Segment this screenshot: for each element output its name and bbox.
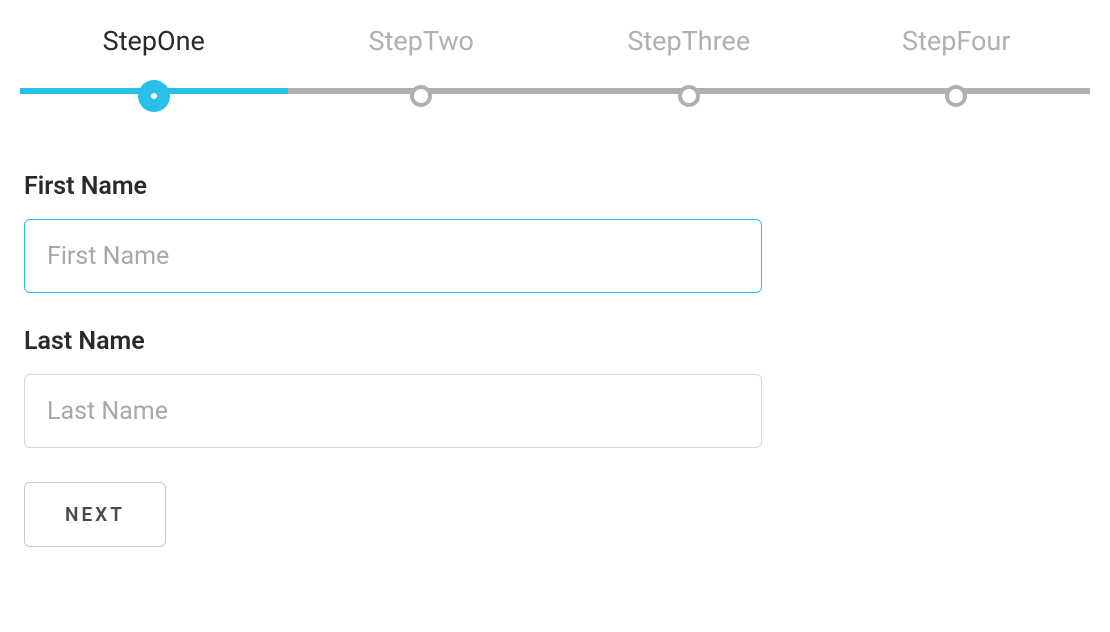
step-four[interactable]: StepFour [823,25,1091,107]
step-circle-icon [678,85,700,107]
form: First Name Last Name NEXT [20,172,1090,547]
step-two[interactable]: StepTwo [288,25,556,107]
step-label: StepThree [627,25,750,57]
last-name-group: Last Name [24,327,1086,448]
step-circle-icon [410,85,432,107]
step-three[interactable]: StepThree [555,25,823,107]
step-label: StepTwo [369,25,474,57]
last-name-label: Last Name [24,327,1086,356]
next-button[interactable]: NEXT [24,482,166,547]
step-circle-icon [945,85,967,107]
first-name-label: First Name [24,172,1086,201]
last-name-input[interactable] [24,374,762,448]
first-name-input[interactable] [24,219,762,293]
stepper: StepOne StepTwo StepThree StepFour [20,25,1090,112]
step-circle-icon [138,80,170,112]
wizard-container: StepOne StepTwo StepThree StepFour First… [0,0,1110,572]
step-one[interactable]: StepOne [20,25,288,112]
step-label: StepOne [103,25,205,57]
step-label: StepFour [902,25,1010,57]
first-name-group: First Name [24,172,1086,293]
